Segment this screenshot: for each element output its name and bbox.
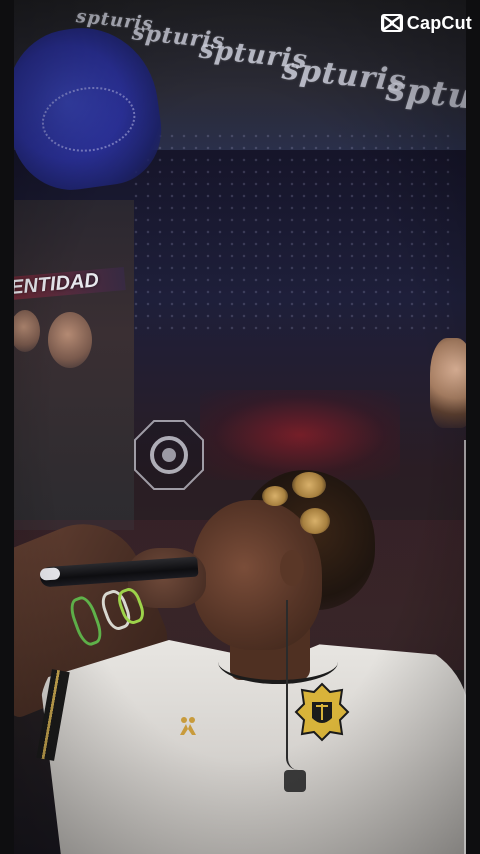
hair-highlight [300, 508, 330, 534]
crowd-face [48, 312, 92, 368]
camera-shutter-icon [134, 420, 204, 490]
right-edge-line [464, 440, 466, 854]
video-frame: spturis spturis spturis spturis spturis … [0, 0, 480, 854]
capcut-watermark: CapCut [380, 12, 472, 34]
red-light-haze [200, 390, 400, 480]
crowd-lights [130, 130, 450, 330]
right-border [466, 0, 480, 854]
left-border [0, 0, 14, 854]
performer-ear [280, 550, 304, 586]
capcut-logo-icon [380, 14, 403, 32]
microphone-tip [39, 567, 61, 581]
crowd-face [10, 310, 40, 352]
club-crest-icon [294, 682, 350, 742]
kappa-logo-icon [180, 717, 196, 735]
mic-pack [284, 770, 306, 792]
bandana-pattern [37, 81, 140, 158]
hair-highlight [292, 472, 326, 498]
hair-highlight [262, 486, 288, 506]
capcut-brand-text: CapCut [406, 12, 472, 33]
